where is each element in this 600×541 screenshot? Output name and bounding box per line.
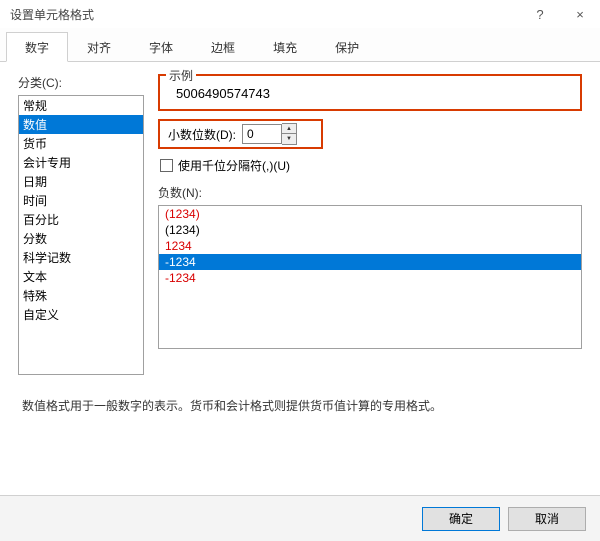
- tab-protection[interactable]: 保护: [316, 32, 378, 61]
- spinner-buttons: ▲ ▼: [282, 123, 297, 145]
- dialog-title: 设置单元格格式: [10, 6, 520, 23]
- hint-text: 数值格式用于一般数字的表示。货币和会计格式则提供货币值计算的专用格式。: [0, 375, 600, 414]
- ok-button[interactable]: 确定: [422, 507, 500, 531]
- decimal-places-label: 小数位数(D):: [168, 126, 236, 143]
- negatives-listbox[interactable]: (1234) (1234) 1234 -1234 -1234: [158, 205, 582, 349]
- list-item[interactable]: 时间: [19, 191, 143, 210]
- sample-value: 5006490574743: [160, 76, 580, 109]
- list-item[interactable]: 文本: [19, 267, 143, 286]
- titlebar: 设置单元格格式 ? ×: [0, 0, 600, 28]
- list-item[interactable]: 科学记数: [19, 248, 143, 267]
- category-listbox[interactable]: 常规 数值 货币 会计专用 日期 时间 百分比 分数 科学记数 文本 特殊 自定…: [18, 95, 144, 375]
- cancel-button[interactable]: 取消: [508, 507, 586, 531]
- spinner-down-icon[interactable]: ▼: [282, 134, 296, 144]
- decimal-places-input[interactable]: [242, 124, 282, 144]
- thousands-label: 使用千位分隔符(,)(U): [178, 157, 290, 174]
- settings-column: 示例 5006490574743 小数位数(D): ▲ ▼ 使用千位分隔符(,)…: [158, 74, 582, 375]
- tab-border[interactable]: 边框: [192, 32, 254, 61]
- thousands-checkbox[interactable]: [160, 159, 173, 172]
- decimal-places-spinner[interactable]: ▲ ▼: [242, 123, 297, 145]
- list-item[interactable]: -1234: [159, 270, 581, 286]
- sample-legend: 示例: [166, 67, 196, 84]
- spinner-up-icon[interactable]: ▲: [282, 124, 296, 134]
- list-item[interactable]: 1234: [159, 238, 581, 254]
- tab-number[interactable]: 数字: [6, 32, 68, 62]
- list-item[interactable]: (1234): [159, 206, 581, 222]
- tab-content: 分类(C): 常规 数值 货币 会计专用 日期 时间 百分比 分数 科学记数 文…: [0, 62, 600, 375]
- negatives-label: 负数(N):: [158, 184, 582, 201]
- category-column: 分类(C): 常规 数值 货币 会计专用 日期 时间 百分比 分数 科学记数 文…: [18, 74, 144, 375]
- list-item[interactable]: 特殊: [19, 286, 143, 305]
- decimal-places-row: 小数位数(D): ▲ ▼: [158, 119, 323, 149]
- thousands-separator-row: 使用千位分隔符(,)(U): [160, 157, 582, 174]
- list-item[interactable]: 货币: [19, 134, 143, 153]
- list-item[interactable]: -1234: [159, 254, 581, 270]
- list-item[interactable]: 自定义: [19, 305, 143, 324]
- sample-group: 示例 5006490574743: [158, 74, 582, 111]
- list-item[interactable]: 百分比: [19, 210, 143, 229]
- tab-fill[interactable]: 填充: [254, 32, 316, 61]
- dialog-footer: 确定 取消: [0, 495, 600, 541]
- list-item[interactable]: 分数: [19, 229, 143, 248]
- tab-alignment[interactable]: 对齐: [68, 32, 130, 61]
- help-button[interactable]: ?: [520, 0, 560, 28]
- list-item[interactable]: (1234): [159, 222, 581, 238]
- list-item[interactable]: 会计专用: [19, 153, 143, 172]
- tab-font[interactable]: 字体: [130, 32, 192, 61]
- dialog-body: 数字 对齐 字体 边框 填充 保护 分类(C): 常规 数值 货币 会计专用 日…: [0, 28, 600, 414]
- close-button[interactable]: ×: [560, 0, 600, 28]
- list-item[interactable]: 日期: [19, 172, 143, 191]
- list-item[interactable]: 常规: [19, 96, 143, 115]
- tabs: 数字 对齐 字体 边框 填充 保护: [0, 28, 600, 62]
- category-label: 分类(C):: [18, 74, 144, 91]
- list-item[interactable]: 数值: [19, 115, 143, 134]
